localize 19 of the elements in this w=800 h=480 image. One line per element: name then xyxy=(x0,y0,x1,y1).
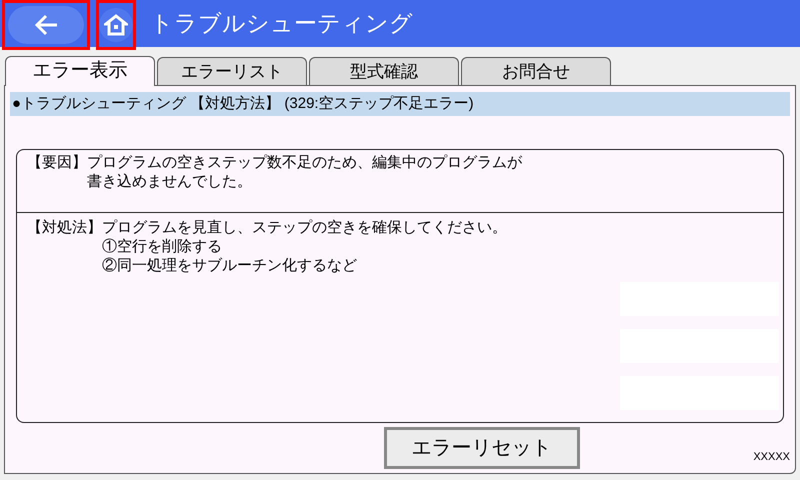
window-title: トラブルシューティング xyxy=(150,9,413,38)
message-text: ①空行を削除する xyxy=(102,237,223,256)
back-button[interactable] xyxy=(8,6,84,44)
tab[interactable]: お問合せ xyxy=(461,57,611,85)
code-label: XXXXX xyxy=(753,450,790,464)
section-label: 【対処法】 xyxy=(27,218,102,238)
message-text: プログラムの空きステップ数不足のため、編集中のプログラムが xyxy=(87,153,522,172)
error-reset-button[interactable]: エラーリセット xyxy=(384,427,580,469)
home-button[interactable] xyxy=(99,8,133,42)
section-label: 【要因】 xyxy=(27,153,87,173)
message-text: プログラムを見直し、ステップの空きを確保してください。 xyxy=(102,218,507,237)
home-icon xyxy=(104,14,128,36)
message-text: 書き込めませんでした。 xyxy=(87,172,253,191)
message-text: ②同一処理をサブルーチン化するなど xyxy=(102,256,358,275)
section-heading: ●トラブルシューティング 【対処方法】 (329:空ステップ不足エラー) xyxy=(10,92,790,116)
tab[interactable]: 型式確認 xyxy=(309,57,459,85)
back-arrow-icon xyxy=(33,12,59,36)
tab[interactable]: エラーリスト xyxy=(157,57,307,85)
tab[interactable]: エラー表示 xyxy=(5,56,155,86)
